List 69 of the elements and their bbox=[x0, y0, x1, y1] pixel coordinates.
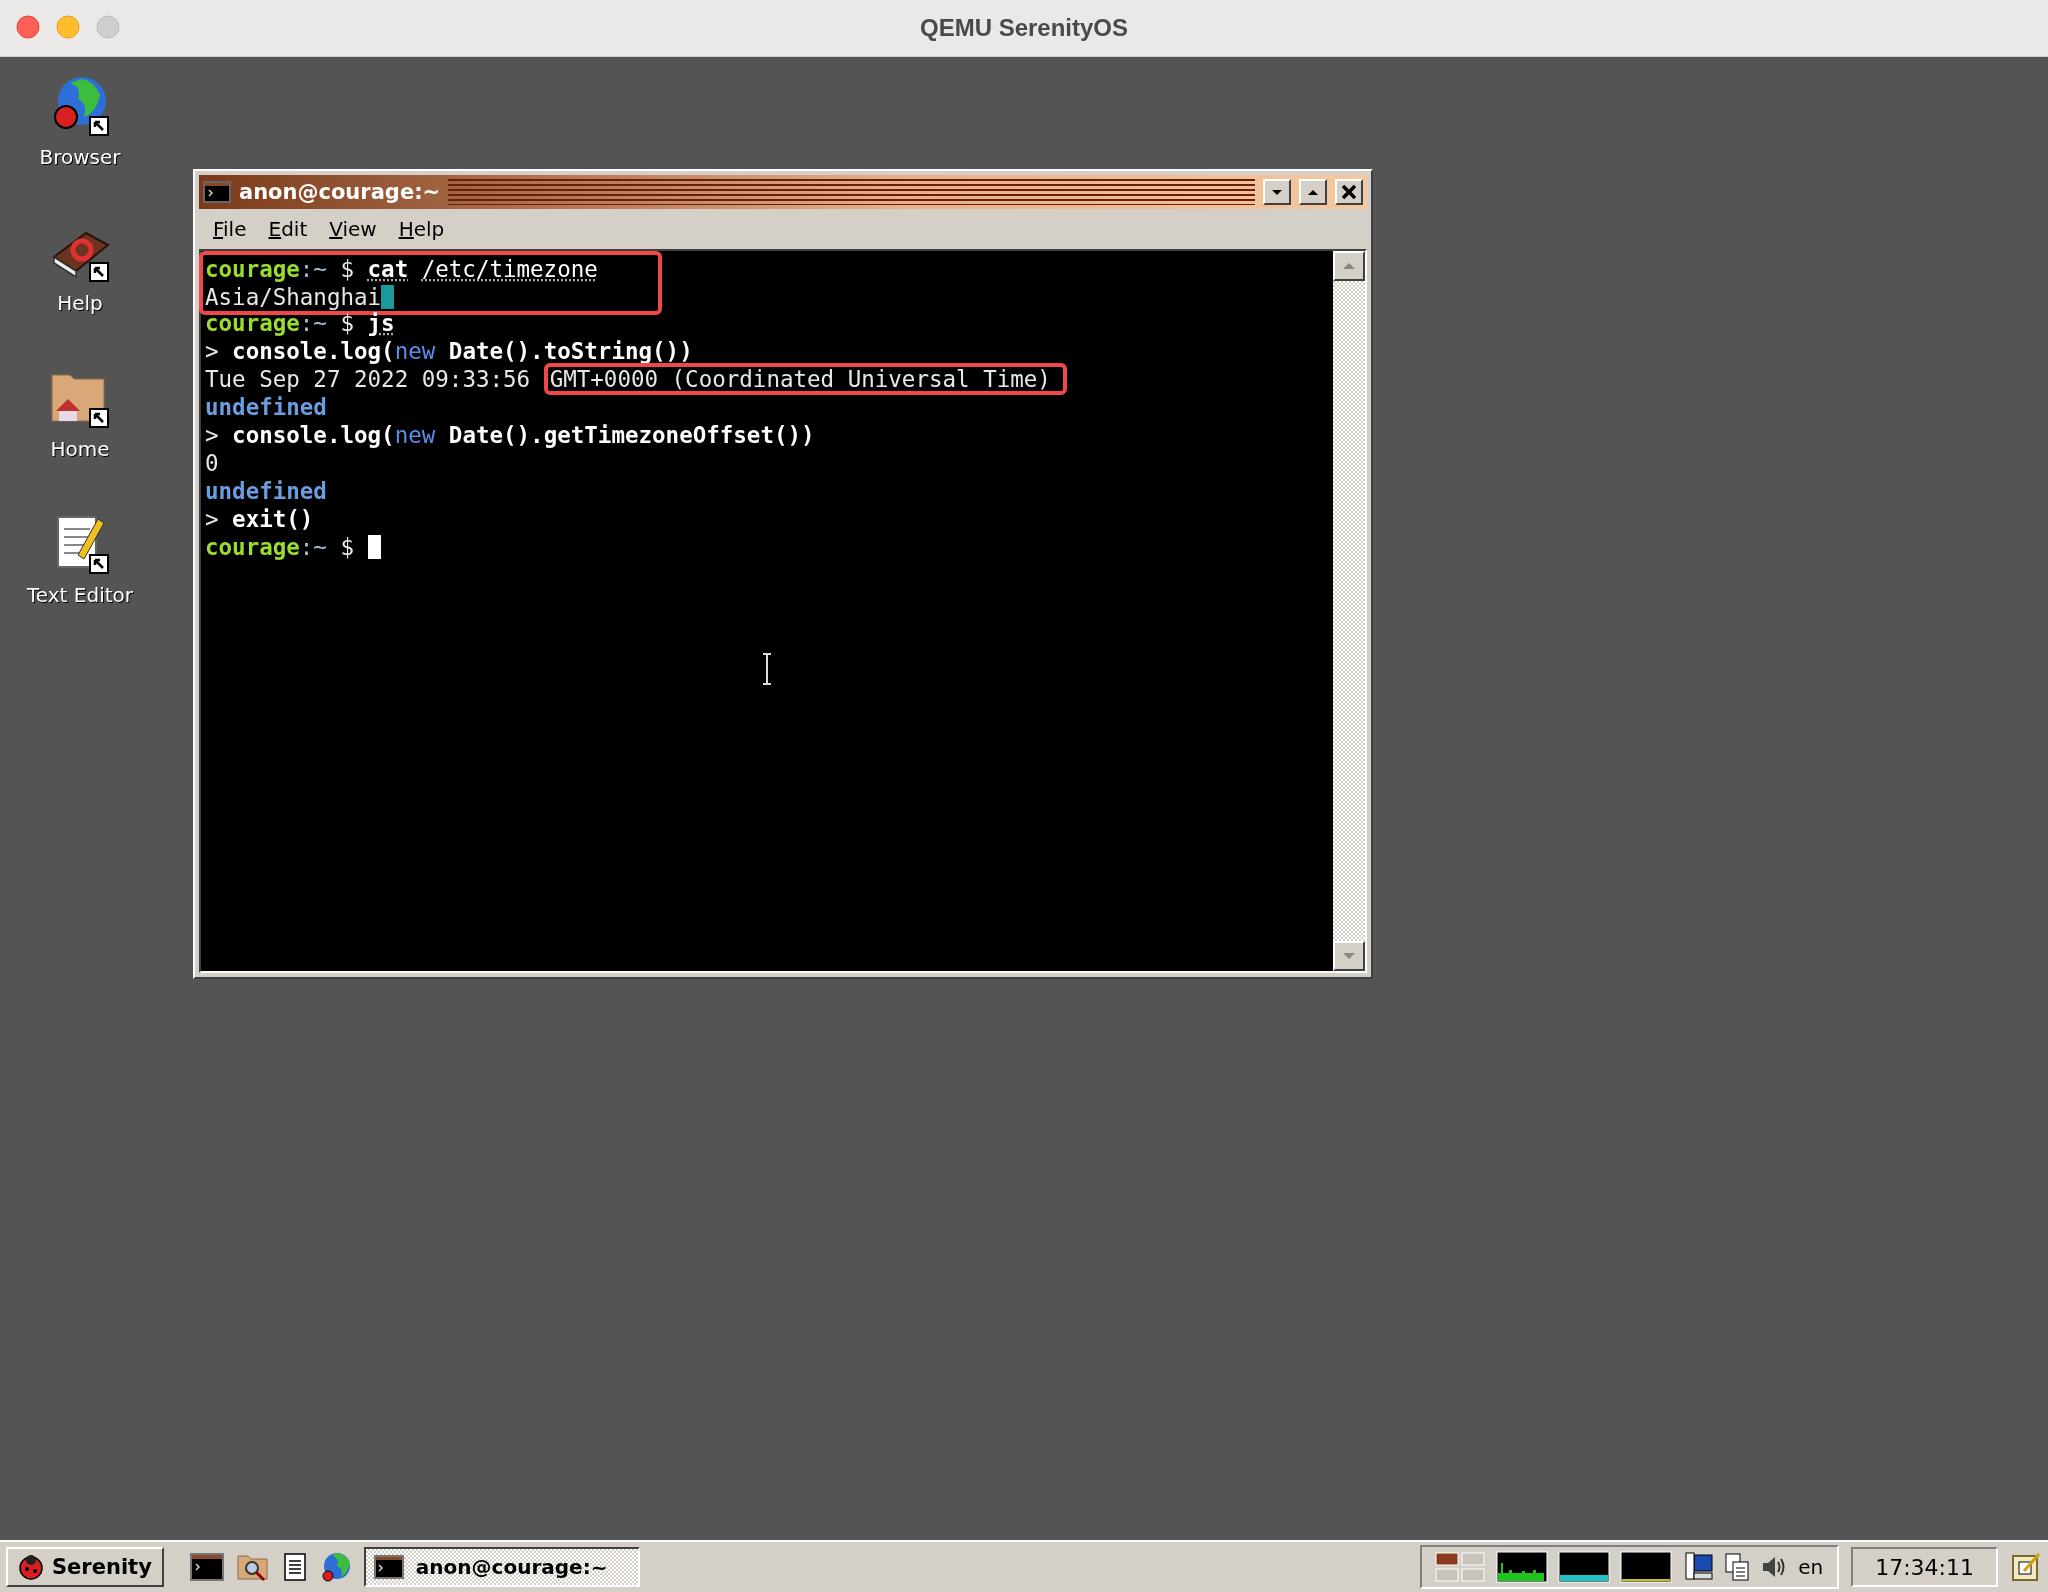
terminal-text: :~ bbox=[299, 255, 327, 283]
terminal-text: $ bbox=[339, 255, 355, 283]
workspace-switcher-icon[interactable] bbox=[1434, 1551, 1487, 1583]
notepad-icon[interactable] bbox=[281, 1552, 308, 1582]
close-button[interactable] bbox=[1335, 179, 1363, 205]
menu-item[interactable]: File bbox=[213, 217, 247, 241]
terminal-text: new bbox=[394, 421, 436, 449]
terminal-icon[interactable] bbox=[189, 1552, 224, 1582]
terminal-text: new bbox=[394, 337, 436, 365]
terminal-text: courage bbox=[205, 310, 300, 337]
keyboard-layout-indicator[interactable]: en bbox=[1798, 1555, 1824, 1579]
terminal-text: courage bbox=[205, 533, 300, 561]
down-triangle-icon bbox=[1341, 951, 1357, 961]
network-graph-icon[interactable] bbox=[1620, 1551, 1673, 1583]
close-icon bbox=[1341, 184, 1357, 200]
menu-item[interactable]: View bbox=[329, 217, 377, 241]
terminal-text: Asia/Shanghai bbox=[205, 283, 382, 311]
desktop-icon-label[interactable]: Text Editor bbox=[27, 583, 133, 607]
up-triangle-icon bbox=[1306, 187, 1320, 197]
terminal-text: cat bbox=[367, 255, 409, 283]
scroll-down-button[interactable] bbox=[1333, 941, 1365, 971]
terminal-text: $ bbox=[339, 533, 355, 561]
terminal-text: /etc/timezone bbox=[421, 255, 598, 283]
terminal-text: $ bbox=[339, 310, 355, 337]
clipboard-icon[interactable] bbox=[1724, 1552, 1751, 1582]
terminal-text: :~ bbox=[299, 533, 327, 561]
terminal-text: courage bbox=[205, 255, 300, 283]
terminal-text: :~ bbox=[299, 310, 327, 337]
down-triangle-icon bbox=[1270, 187, 1284, 197]
maximize-button[interactable] bbox=[1299, 179, 1327, 205]
network-adapter-icon[interactable] bbox=[1682, 1551, 1715, 1583]
terminal-text: undefined bbox=[205, 477, 327, 505]
scroll-up-button[interactable] bbox=[1333, 251, 1365, 281]
scrollbar[interactable] bbox=[1333, 251, 1365, 971]
i-beam-cursor-icon bbox=[761, 653, 773, 685]
annotated-text: GMT+0000 (Coordinated Universal Time) bbox=[543, 363, 1067, 395]
terminal-text: Date().toString()) bbox=[447, 337, 693, 365]
window-title: anon@courage:~ bbox=[239, 180, 441, 204]
up-triangle-icon bbox=[1341, 261, 1357, 271]
globe-icon[interactable] bbox=[319, 1551, 352, 1583]
terminal-icon bbox=[203, 180, 231, 204]
terminal-text: exit() bbox=[232, 505, 314, 533]
terminal-text: console.log( bbox=[232, 337, 395, 365]
folder-magnifier-icon[interactable] bbox=[235, 1552, 270, 1582]
terminal-text: 0 bbox=[205, 449, 219, 477]
terminal-text: Date().getTimezoneOffset()) bbox=[447, 421, 815, 449]
terminal-text: > bbox=[205, 421, 220, 449]
terminal-text: Tue Sep 27 2022 09:33:56 bbox=[205, 365, 532, 393]
cpu-graph-icon[interactable] bbox=[1496, 1551, 1549, 1583]
task-button[interactable]: anon@courage:~ bbox=[363, 1547, 640, 1587]
close-icon[interactable] bbox=[16, 15, 40, 39]
terminal-text: > bbox=[205, 505, 220, 533]
terminal-text: console.log( bbox=[232, 421, 395, 449]
clock[interactable]: 17:34:11 bbox=[1851, 1547, 1998, 1587]
terminal-text: js bbox=[367, 310, 395, 337]
terminal-text: > bbox=[205, 337, 220, 365]
menu-item[interactable]: Edit bbox=[268, 217, 308, 241]
desktop-icon-label[interactable]: Help bbox=[57, 291, 103, 315]
minimize-button[interactable] bbox=[1263, 179, 1291, 205]
menu-item[interactable]: Help bbox=[398, 217, 445, 241]
zoom-icon bbox=[96, 15, 120, 39]
desktop-icon-label[interactable]: Browser bbox=[39, 145, 121, 169]
terminal-icon bbox=[373, 1554, 404, 1580]
window-title: QEMU SerenityOS bbox=[919, 14, 1129, 42]
start-button[interactable]: Serenity bbox=[6, 1547, 164, 1587]
terminal-text: undefined bbox=[205, 393, 327, 421]
memory-graph-icon[interactable] bbox=[1558, 1551, 1611, 1583]
desktop-icon-label[interactable]: Home bbox=[50, 437, 110, 461]
ladybug-icon bbox=[18, 1554, 44, 1580]
